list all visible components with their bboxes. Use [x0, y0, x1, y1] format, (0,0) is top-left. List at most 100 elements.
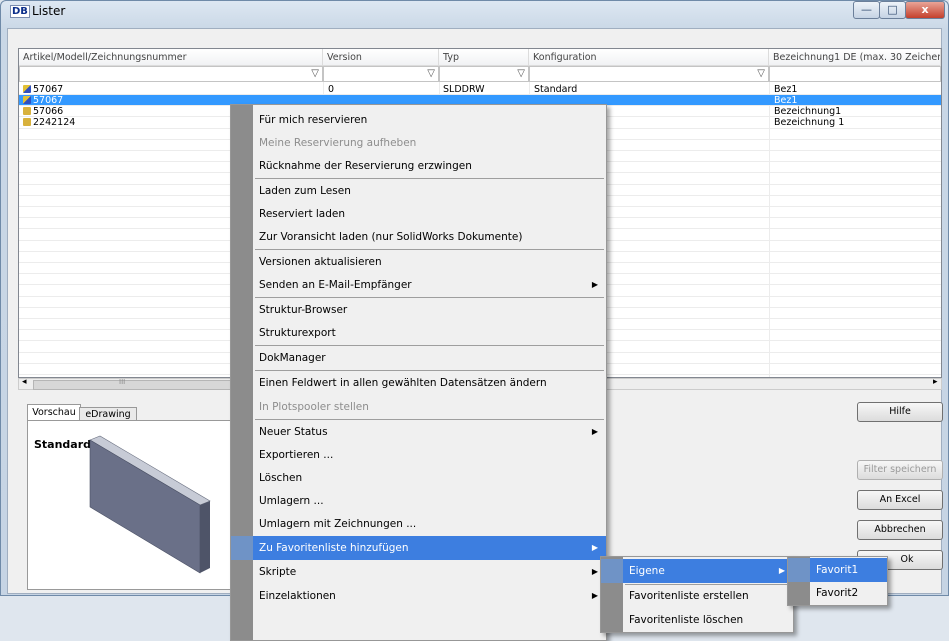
menu-item-label: Exportieren ...: [259, 449, 334, 461]
menu-item-label: Löschen: [259, 472, 303, 484]
menu-item-label: Umlagern mit Zeichnungen ...: [259, 518, 417, 530]
cancel-button[interactable]: Abbrechen: [857, 520, 943, 540]
scroll-right-arrow-icon[interactable]: ▸: [933, 377, 938, 387]
highlight-gutter: [788, 558, 810, 582]
minimize-button[interactable]: —: [853, 1, 880, 19]
submenu-arrow-icon: ▶: [591, 567, 598, 576]
menu-item-label: Favoritenliste erstellen: [629, 590, 749, 602]
menu-separator: [255, 419, 604, 420]
table-cell-nr: 2242124: [23, 117, 75, 128]
menu-item-single-actions[interactable]: Einzelaktionen ▶: [231, 584, 606, 608]
column-header-typ[interactable]: Typ: [439, 49, 529, 66]
filter-bezeichnung[interactable]: [769, 66, 941, 82]
filter-konfiguration[interactable]: ▽: [529, 66, 769, 82]
column-header-version[interactable]: Version: [323, 49, 439, 66]
menu-item-update-versions[interactable]: Versionen aktualisieren: [231, 250, 606, 274]
menu-item-label: Senden an E-Mail-Empfänger: [259, 279, 412, 291]
menu-item-unreserve[interactable]: Meine Reservierung aufheben: [231, 131, 606, 155]
submenu-item-eigene[interactable]: Eigene ▶: [601, 559, 793, 583]
menu-item-plotspooler[interactable]: In Plotspooler stellen: [231, 395, 606, 419]
menu-item-force-unreserve[interactable]: Rücknahme der Reservierung erzwingen: [231, 154, 606, 178]
menu-item-label: Zu Favoritenliste hinzufügen: [259, 542, 409, 554]
table-cell-bez: Bezeichnung1: [774, 106, 841, 117]
highlight-gutter: [231, 536, 253, 560]
submenu-arrow-icon: ▶: [591, 591, 598, 600]
app-logo: DB: [10, 5, 30, 18]
filter-icon[interactable]: ▽: [311, 68, 319, 79]
menu-item-label: Eigene: [629, 565, 665, 577]
tab-edrawing[interactable]: eDrawing: [79, 407, 137, 421]
document-icon: [23, 85, 31, 93]
submenu-arrow-icon: ▶: [591, 543, 598, 552]
menu-item-new-status[interactable]: Neuer Status ▶: [231, 420, 606, 444]
menu-item-structure-export[interactable]: Strukturexport: [231, 321, 606, 345]
submenu-arrow-icon: ▶: [778, 566, 785, 575]
submenu-item-delete-favorites[interactable]: Favoritenliste löschen: [601, 608, 793, 632]
menu-item-relocate-drawings[interactable]: Umlagern mit Zeichnungen ...: [231, 512, 606, 536]
menu-item-add-favorites[interactable]: Zu Favoritenliste hinzufügen ▶: [231, 536, 606, 560]
menu-item-label: Struktur-Browser: [259, 304, 348, 316]
menu-item-label: Meine Reservierung aufheben: [259, 137, 417, 149]
menu-item-label: Versionen aktualisieren: [259, 256, 382, 268]
thumb-grip-icon: III: [119, 378, 126, 386]
part-preview-image: [89, 435, 211, 574]
cell-text: Bezeichnung 1: [774, 117, 845, 128]
title-bar[interactable]: DB Lister — □ x: [0, 0, 947, 26]
filter-icon[interactable]: ▽: [517, 68, 525, 79]
submenu-item-create-favorites[interactable]: Favoritenliste erstellen: [601, 584, 793, 608]
table-cell-bez: Bezeichnung 1: [774, 117, 844, 128]
submenu-eigene: Favorit1 Favorit2: [787, 556, 888, 606]
menu-item-label: Umlagern ...: [259, 495, 324, 507]
menu-item-load-preview[interactable]: Zur Voransicht laden (nur SolidWorks Dok…: [231, 225, 606, 249]
menu-item-label: DokManager: [259, 352, 326, 364]
menu-item-label: Zur Voransicht laden (nur SolidWorks Dok…: [259, 231, 523, 243]
menu-item-label: Reserviert laden: [259, 208, 346, 220]
menu-item-label: Rücknahme der Reservierung erzwingen: [259, 160, 472, 172]
filter-icon[interactable]: ▽: [427, 68, 435, 79]
column-header-artikel[interactable]: Artikel/Modell/Zeichnungsnummer: [19, 49, 323, 66]
preview-configuration-label: Standard: [34, 438, 92, 451]
menu-item-load-reserved[interactable]: Reserviert laden: [231, 202, 606, 226]
maximize-button[interactable]: □: [879, 1, 906, 19]
menu-item-label: Laden zum Lesen: [259, 185, 351, 197]
submenu-favoritenliste: Eigene ▶ Favoritenliste erstellen Favoriten…: [600, 556, 794, 633]
menu-separator: [255, 178, 604, 179]
submenu-item-favorit2[interactable]: Favorit2: [788, 581, 887, 605]
help-button[interactable]: Hilfe: [857, 402, 943, 422]
menu-item-send-email[interactable]: Senden an E-Mail-Empfänger ▶: [231, 273, 606, 297]
filter-artikel[interactable]: ▽: [19, 66, 323, 82]
cell-text: Bezeichnung1: [774, 106, 842, 117]
menu-item-scripts[interactable]: Skripte ▶: [231, 560, 606, 584]
export-excel-button[interactable]: An Excel: [857, 490, 943, 510]
scrollbar-thumb[interactable]: III: [33, 378, 231, 390]
menu-item-reserve[interactable]: Für mich reservieren: [231, 108, 606, 132]
submenu-item-favorit1[interactable]: Favorit1: [788, 558, 887, 582]
menu-item-label: Neuer Status: [259, 426, 328, 438]
menu-item-label: In Plotspooler stellen: [259, 401, 369, 413]
document-icon: [23, 107, 31, 115]
column-header-bezeichnung[interactable]: Bezeichnung1 DE (max. 30 Zeichen): [769, 49, 941, 66]
menu-item-relocate[interactable]: Umlagern ...: [231, 489, 606, 513]
submenu-arrow-icon: ▶: [591, 427, 598, 436]
menu-item-change-field[interactable]: Einen Feldwert in allen gewählten Datens…: [231, 371, 606, 395]
document-icon: [23, 118, 31, 126]
scroll-left-arrow-icon[interactable]: ◂: [22, 377, 27, 387]
menu-item-export[interactable]: Exportieren ...: [231, 443, 606, 467]
menu-item-dokmanager[interactable]: DokManager: [231, 346, 606, 370]
menu-separator: [255, 249, 604, 250]
filter-icon[interactable]: ▽: [757, 68, 765, 79]
menu-item-load-read[interactable]: Laden zum Lesen: [231, 179, 606, 203]
menu-separator: [255, 345, 604, 346]
close-button[interactable]: x: [905, 1, 945, 19]
menu-item-label: Einzelaktionen: [259, 590, 336, 602]
menu-item-label: Favorit1: [816, 564, 859, 576]
menu-item-delete[interactable]: Löschen: [231, 466, 606, 490]
menu-item-label: Skripte: [259, 566, 297, 578]
save-filter-button[interactable]: Filter speichern: [857, 460, 943, 480]
tab-vorschau[interactable]: Vorschau: [27, 404, 81, 421]
menu-item-structure-browser[interactable]: Struktur-Browser: [231, 298, 606, 322]
column-header-konfiguration[interactable]: Konfiguration: [529, 49, 769, 66]
grid-line: [19, 94, 941, 95]
filter-typ[interactable]: ▽: [439, 66, 529, 82]
filter-version[interactable]: ▽: [323, 66, 439, 82]
